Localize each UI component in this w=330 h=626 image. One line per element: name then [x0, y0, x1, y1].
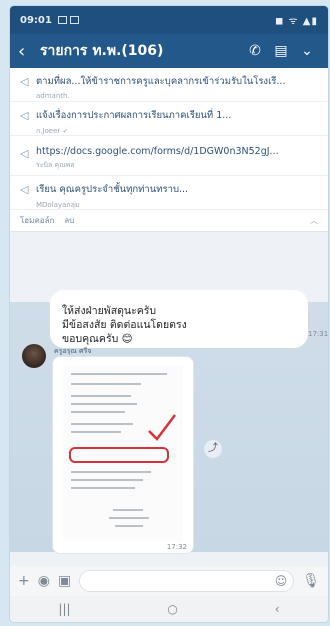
announcement-item[interactable]: ◁ เรียน คุณครูประจำชั้นทุกท่านทราบ... MD…	[10, 176, 328, 210]
status-bar: 09:01 ◼ ᯤ ▲▮	[10, 6, 328, 34]
image-icon[interactable]: ▣	[58, 573, 71, 589]
message-bubble[interactable]: ให้ส่งฝ่ายพัสดุนะครับ มีข้อสงสัย ติดต่อแ…	[50, 290, 308, 348]
announcement-footer: โฮมคอล์ก ลบ ︿	[10, 210, 328, 232]
message-line: ให้ส่งฝ่ายพัสดุนะครับ	[62, 305, 157, 317]
announcement-delete[interactable]: ลบ	[64, 214, 74, 227]
message-line: มีข้อสงสัย ติดต่อแนโดยตรง	[62, 319, 187, 331]
announcement-author: ระบิล คุณพล	[36, 161, 75, 169]
announcement-text: ตามที่ผล...ให้ข้าราชการครูและบุคลากรเข้า…	[36, 76, 286, 87]
announcement-list: ◁ ตามที่ผล...ให้ข้าราชการครูและบุคลากรเข…	[10, 68, 328, 232]
message-line: ขอบคุณครับ 😊	[62, 333, 133, 345]
share-icon[interactable]: ⤴	[204, 440, 222, 458]
document-image	[63, 365, 183, 541]
megaphone-icon: ◁	[20, 109, 29, 122]
announcement-link[interactable]: https://docs.google.com/forms/d/1DGW0n3N…	[36, 146, 318, 157]
phone-screen: 09:01 ◼ ᯤ ▲▮ ‹ รายการ ท.พ.(106) ✆ ▤ ⌄ ◁ …	[10, 6, 328, 622]
megaphone-icon: ◁	[20, 147, 29, 160]
nav-back-button[interactable]: ‹	[275, 602, 280, 616]
megaphone-icon: ◁	[20, 183, 29, 196]
announcement-footer-left[interactable]: โฮมคอล์ก	[20, 214, 54, 227]
chevron-down-icon[interactable]: ⌄	[294, 43, 320, 59]
announcement-item[interactable]: ◁ ตามที่ผล...ให้ข้าราชการครูและบุคลากรเข…	[10, 68, 328, 102]
avatar[interactable]	[22, 344, 46, 368]
announcement-author: admanth.	[36, 92, 70, 100]
recent-apps-button[interactable]: |||	[58, 602, 70, 616]
status-indicators: ◼ ᯤ ▲▮	[275, 16, 318, 27]
image-time: 17:32	[166, 543, 187, 551]
chat-area: ให้ส่งฝ่ายพัสดุนะครับ มีข้อสงสัย ติดต่อแ…	[10, 290, 328, 554]
message-notification-icon	[69, 16, 79, 24]
chevron-up-icon[interactable]: ︿	[310, 215, 318, 226]
checkmark-icon	[148, 414, 176, 441]
announcement-text: เรียน คุณครูประจำชั้นทุกท่านทราบ...	[36, 184, 189, 195]
message-input-bar: + ◉ ▣ ☺ 🎙	[10, 566, 328, 596]
message-time: 17:31	[308, 330, 328, 338]
chat-title: รายการ ท.พ.(106)	[40, 43, 164, 59]
notes-icon[interactable]: ▤	[268, 43, 294, 59]
emoji-icon[interactable]: ☺	[275, 574, 288, 588]
highlight-box	[69, 447, 169, 463]
plus-icon[interactable]: +	[18, 573, 30, 589]
announcement-item[interactable]: ◁ แจ้งเรื่องการประกาศผลการเรียนภาคเรียนท…	[10, 102, 328, 136]
megaphone-icon: ◁	[20, 75, 29, 88]
message-input[interactable]: ☺	[79, 570, 295, 592]
home-button[interactable]: ○	[167, 602, 177, 616]
chat-header: ‹ รายการ ท.พ.(106) ✆ ▤ ⌄	[10, 34, 328, 68]
announcement-author: MDolayaกลุ่ม	[36, 201, 80, 209]
announcement-author: ก.Joeer ✓	[36, 127, 69, 135]
gallery-notification-icon	[57, 16, 67, 24]
back-icon[interactable]: ‹	[18, 41, 34, 62]
phone-icon[interactable]: ✆	[242, 43, 268, 59]
image-message[interactable]: 17:32	[52, 356, 194, 554]
microphone-icon[interactable]: 🎙	[302, 573, 320, 589]
announcement-item[interactable]: ◁ https://docs.google.com/forms/d/1DGW0n…	[10, 136, 328, 176]
camera-icon[interactable]: ◉	[38, 573, 50, 589]
system-nav-bar: ||| ○ ‹	[10, 596, 328, 622]
status-time: 09:01	[20, 14, 52, 26]
announcement-text: แจ้งเรื่องการประกาศผลการเรียนภาคเรียนที่…	[36, 110, 232, 121]
